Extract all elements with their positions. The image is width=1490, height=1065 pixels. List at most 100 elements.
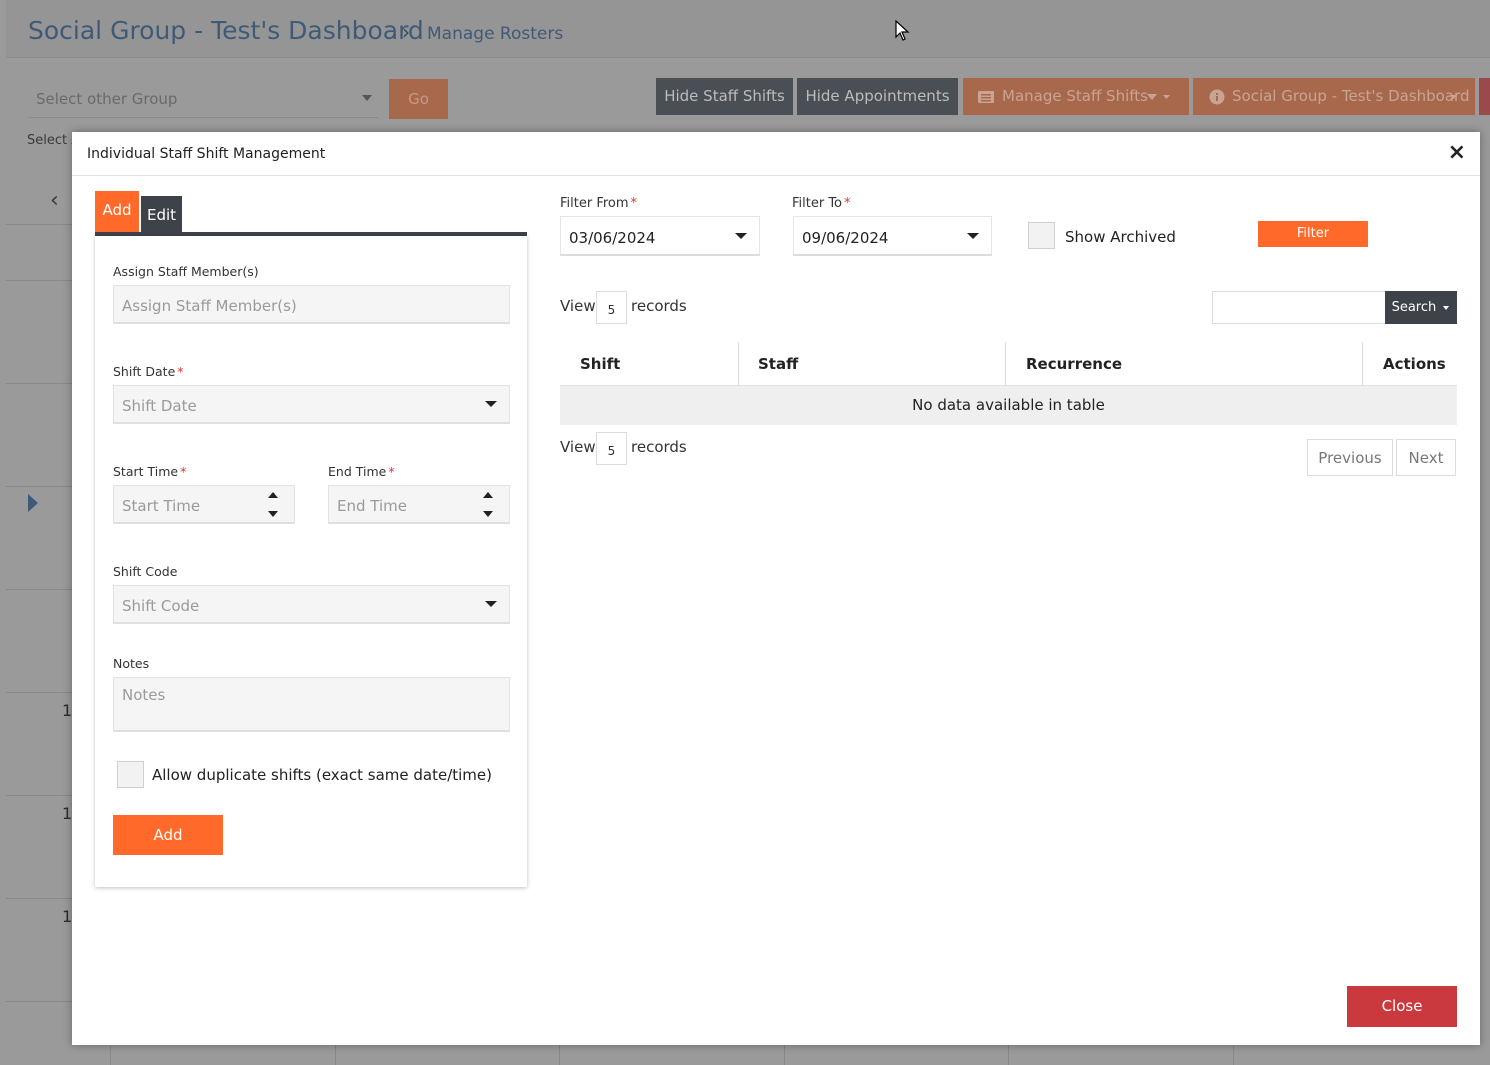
grid-line bbox=[6, 589, 72, 590]
shift-date-placeholder: Shift Date bbox=[122, 397, 197, 415]
mouse-cursor-icon bbox=[895, 20, 910, 41]
filter-to-select[interactable]: 09/06/2024 bbox=[793, 216, 992, 256]
allow-duplicate-label: Allow duplicate shifts (exact same date/… bbox=[152, 766, 492, 784]
grid-line bbox=[559, 1045, 560, 1065]
assign-staff-placeholder: Assign Staff Member(s) bbox=[122, 297, 297, 315]
tab-add[interactable]: Add bbox=[95, 191, 139, 232]
filter-from-value: 03/06/2024 bbox=[569, 229, 656, 247]
form-tabs: Add Edit bbox=[95, 191, 527, 237]
shift-date-select[interactable]: Shift Date bbox=[113, 385, 510, 424]
manage-staff-shifts-button[interactable]: Manage Staff Shifts bbox=[963, 78, 1189, 115]
shift-code-select[interactable]: Shift Code bbox=[113, 585, 510, 624]
group-select-placeholder: Select other Group bbox=[36, 90, 178, 108]
end-time-placeholder: End Time bbox=[337, 497, 407, 515]
column-header-recurrence[interactable]: Recurrence bbox=[1026, 342, 1122, 386]
group-select[interactable]: Select other Group bbox=[28, 80, 378, 118]
table-empty-row: No data available in table bbox=[560, 386, 1457, 425]
chevron-down-icon bbox=[485, 401, 497, 407]
start-time-input[interactable]: Start Time bbox=[113, 485, 295, 524]
chevron-down-icon bbox=[362, 95, 372, 101]
column-header-shift[interactable]: Shift bbox=[580, 342, 620, 386]
page-size-input[interactable]: 5 bbox=[596, 432, 627, 465]
chevron-down-icon bbox=[967, 233, 979, 239]
grid-line bbox=[110, 1045, 111, 1065]
filter-to-label: Filter To * bbox=[792, 196, 851, 211]
chevron-down-icon bbox=[485, 601, 497, 607]
table-header: Shift Staff Recurrence Actions bbox=[560, 342, 1457, 386]
extra-button[interactable] bbox=[1479, 78, 1490, 115]
notes-textarea[interactable]: Notes bbox=[113, 677, 510, 732]
filter-from-label: Filter From * bbox=[560, 196, 638, 211]
dashboard-menu-button[interactable]: Social Group - Test's Dashboard bbox=[1193, 78, 1475, 115]
row-number: 1 bbox=[62, 804, 73, 823]
add-shift-form: Assign Staff Member(s) Assign Staff Memb… bbox=[95, 236, 527, 887]
filter-from-select[interactable]: 03/06/2024 bbox=[560, 216, 760, 256]
hide-appointments-button[interactable]: Hide Appointments bbox=[797, 78, 958, 115]
filter-button[interactable]: Filter bbox=[1258, 221, 1368, 247]
end-time-input[interactable]: End Time bbox=[328, 485, 510, 524]
show-archived-label: Show Archived bbox=[1065, 228, 1176, 246]
chevron-down-icon bbox=[1443, 305, 1450, 310]
close-button[interactable]: Close bbox=[1347, 986, 1457, 1027]
start-time-label: Start Time * bbox=[113, 464, 187, 479]
allow-duplicate-checkbox[interactable] bbox=[117, 761, 144, 788]
info-icon bbox=[1209, 89, 1225, 105]
chevron-down-icon bbox=[735, 233, 747, 239]
close-icon[interactable]: × bbox=[1448, 142, 1466, 164]
page-title: Social Group - Test's Dashboard bbox=[28, 16, 424, 45]
dropdown-caret-icon bbox=[1450, 95, 1457, 99]
previous-page-button[interactable]: Previous bbox=[1307, 439, 1393, 476]
next-page-button[interactable]: Next bbox=[1396, 439, 1456, 476]
records-label: records bbox=[631, 438, 687, 456]
shift-code-placeholder: Shift Code bbox=[122, 597, 200, 615]
column-divider bbox=[1362, 342, 1363, 386]
manage-staff-shifts-label: Manage Staff Shifts bbox=[1002, 87, 1148, 105]
grid-line bbox=[784, 1045, 785, 1065]
grid-line bbox=[6, 1001, 72, 1002]
add-shift-button[interactable]: Add bbox=[113, 815, 223, 855]
tab-edit[interactable]: Edit bbox=[141, 196, 182, 232]
page-size-input[interactable]: 5 bbox=[596, 291, 627, 324]
search-input[interactable] bbox=[1212, 291, 1386, 324]
go-button[interactable]: Go bbox=[389, 79, 448, 119]
row-number: 1 bbox=[62, 907, 73, 926]
grid-line bbox=[6, 383, 72, 384]
play-icon[interactable] bbox=[28, 494, 38, 512]
grid-line bbox=[6, 692, 72, 693]
grid-line bbox=[1008, 1045, 1009, 1065]
chevron-left-icon[interactable]: ‹ bbox=[50, 188, 59, 213]
filter-to-value: 09/06/2024 bbox=[802, 229, 889, 247]
search-button[interactable]: Search bbox=[1385, 291, 1457, 324]
view-label: View bbox=[560, 297, 596, 315]
shift-date-label: Shift Date * bbox=[113, 364, 184, 379]
shift-code-label: Shift Code bbox=[113, 564, 178, 579]
breadcrumb-manage-rosters[interactable]: Manage Rosters bbox=[427, 24, 563, 44]
dashboard-menu-label: Social Group - Test's Dashboard bbox=[1232, 87, 1470, 105]
row-number: 1 bbox=[62, 701, 73, 720]
search-button-label: Search bbox=[1391, 300, 1437, 315]
column-divider bbox=[1005, 342, 1006, 386]
start-time-placeholder: Start Time bbox=[122, 497, 201, 515]
grid-line bbox=[335, 1045, 336, 1065]
time-spinner-icon[interactable] bbox=[268, 492, 280, 518]
grid-line bbox=[6, 486, 72, 487]
grid-line bbox=[6, 224, 72, 225]
grid-line bbox=[1233, 1045, 1234, 1065]
records-label: records bbox=[631, 297, 687, 315]
show-archived-checkbox[interactable] bbox=[1028, 222, 1055, 249]
breadcrumb-separator-icon: › bbox=[402, 20, 410, 44]
dropdown-caret-icon bbox=[1147, 94, 1170, 100]
modal-header: Individual Staff Shift Management × bbox=[72, 132, 1480, 176]
grid-line bbox=[6, 898, 72, 899]
column-header-actions: Actions bbox=[1383, 355, 1446, 373]
column-header-staff[interactable]: Staff bbox=[758, 342, 798, 386]
view-label: View bbox=[560, 438, 596, 456]
hide-staff-shifts-button[interactable]: Hide Staff Shifts bbox=[656, 78, 793, 115]
notes-placeholder: Notes bbox=[122, 686, 166, 704]
assign-staff-input[interactable]: Assign Staff Member(s) bbox=[113, 285, 510, 324]
list-icon bbox=[978, 91, 994, 103]
notes-label: Notes bbox=[113, 656, 150, 671]
time-spinner-icon[interactable] bbox=[483, 492, 495, 518]
staff-shift-modal: Individual Staff Shift Management × Add … bbox=[72, 132, 1480, 1045]
grid-line bbox=[6, 795, 72, 796]
